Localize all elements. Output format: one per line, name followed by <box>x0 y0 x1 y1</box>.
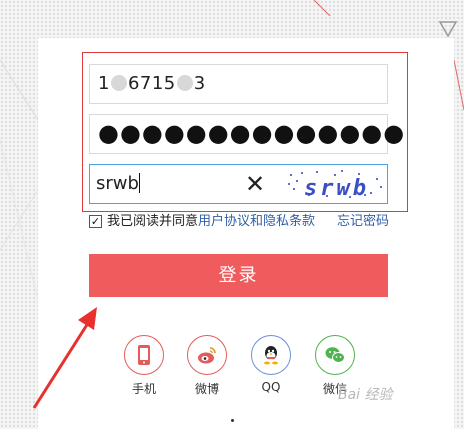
phone-middle-text: 6715 <box>127 73 176 94</box>
qq-icon[interactable] <box>251 335 291 375</box>
social-label: QQ <box>261 380 281 394</box>
social-login-weibo[interactable]: 微博 <box>182 335 232 397</box>
watermark: Bai 经验 <box>338 387 393 403</box>
terms-link[interactable]: 用户协议和隐私条款 <box>198 214 315 229</box>
social-label: 手机 <box>131 382 156 396</box>
password-input[interactable]: ●●●●●●●●●●●●●● <box>89 114 404 154</box>
agreement-row: ✓ 我已阅读并同意用户协议和隐私条款 忘记密码 <box>89 213 389 231</box>
triangle-icon <box>438 21 458 38</box>
captcha-value-text: srwb <box>96 173 139 194</box>
login-button[interactable]: 登录 <box>89 254 388 297</box>
social-login-qq[interactable]: QQ <box>246 335 296 394</box>
pagination-dot <box>231 419 234 422</box>
captcha-input[interactable]: srwb ✕ srwb <box>89 164 388 204</box>
agree-label: 我已阅读并同意用户协议和隐私条款 <box>107 213 315 231</box>
phone-mask-blur <box>110 75 127 91</box>
phone-icon[interactable] <box>124 335 164 375</box>
phone-prefix-text: 1 <box>98 73 110 94</box>
forgot-password-link[interactable]: 忘记密码 <box>337 213 389 231</box>
captcha-image[interactable]: srwb <box>286 168 386 200</box>
clear-icon[interactable]: ✕ <box>244 171 266 197</box>
captcha-image-text: srwb <box>304 176 369 200</box>
agree-prefix-text: 我已阅读并同意 <box>107 214 199 229</box>
weibo-icon[interactable] <box>187 335 227 375</box>
text-cursor <box>138 173 140 193</box>
phone-suffix-text: 3 <box>193 73 206 94</box>
agree-checkbox[interactable]: ✓ <box>89 215 102 228</box>
phone-input[interactable]: 1 6715 3 <box>89 64 388 104</box>
password-masked-text: ●●●●●●●●●●●●●● <box>98 119 406 147</box>
social-label: 微博 <box>194 382 219 396</box>
phone-mask-blur <box>176 75 193 91</box>
social-login-phone[interactable]: 手机 <box>119 335 169 397</box>
wechat-icon[interactable] <box>315 335 355 375</box>
